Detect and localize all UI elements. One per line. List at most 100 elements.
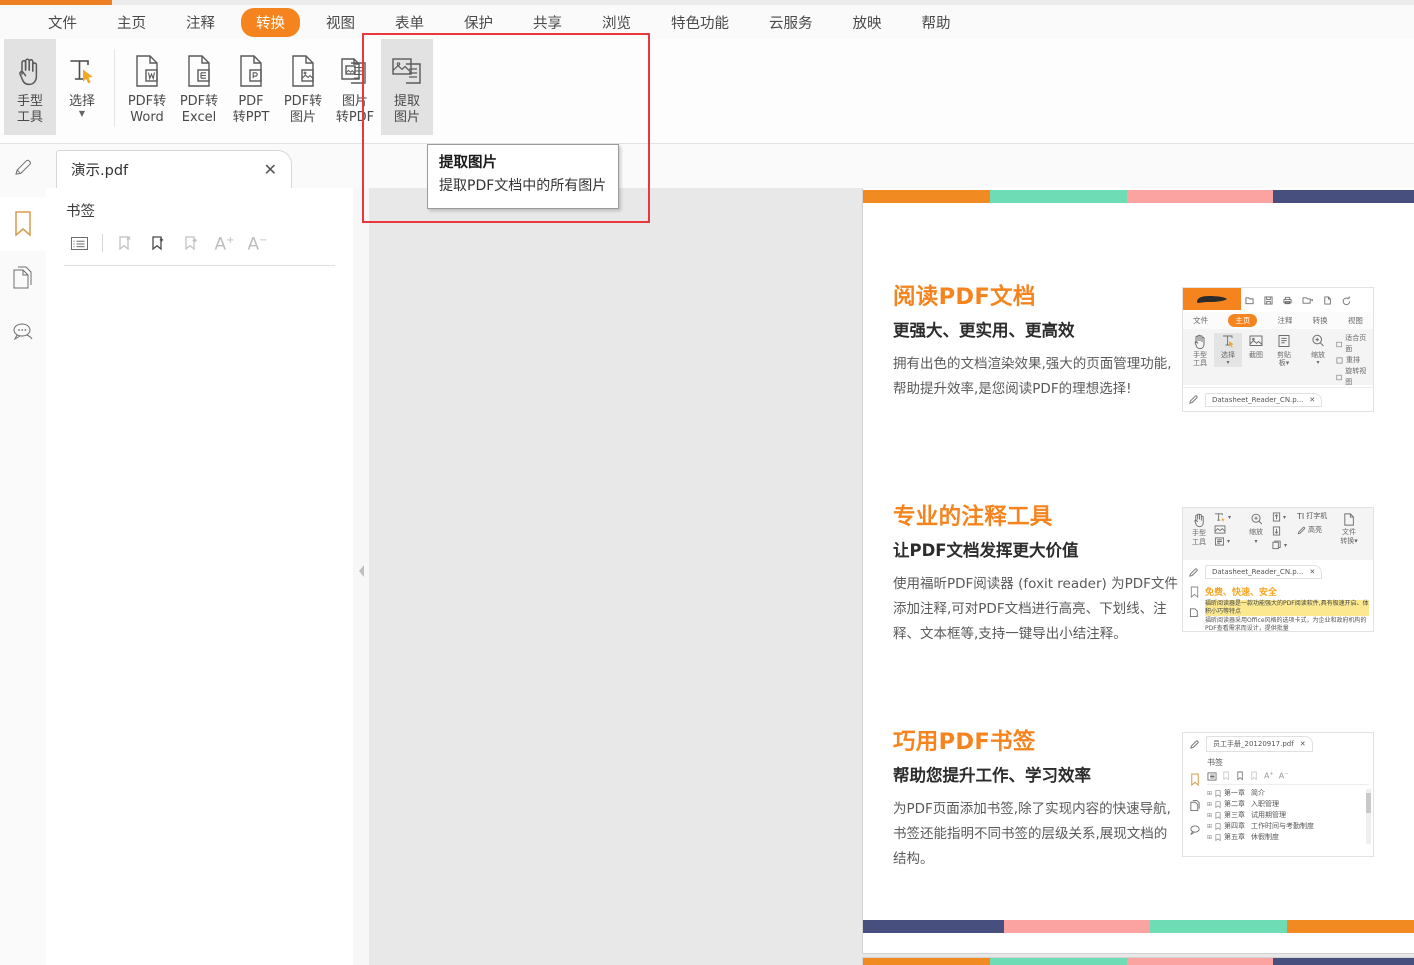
pages-icon[interactable] bbox=[0, 251, 46, 305]
comments-icon[interactable] bbox=[0, 305, 46, 359]
thumbnail-bookmark-ui: 员工手册_20120917.pdf ✕ 书签 bbox=[1182, 732, 1374, 857]
thumb-view-option-0: 适合页面 bbox=[1336, 333, 1370, 355]
hand-tool-icon bbox=[13, 49, 47, 93]
thumb-bookmark-tools: A+ A− bbox=[1207, 771, 1369, 785]
collapse-panel-icon[interactable] bbox=[354, 556, 368, 586]
thumb-view-option-label: 旋转视图 bbox=[1345, 366, 1370, 388]
ribbon-button-pdf-to-word[interactable]: PDF转Word bbox=[121, 39, 173, 135]
thumb-bookmark-row: ⊞第一章简介 bbox=[1207, 788, 1369, 799]
side-icon-rail bbox=[0, 144, 47, 965]
thumb-file-tab-row: Datasheet_Reader_CN.p... ✕ bbox=[1183, 387, 1373, 411]
pdf-to-image-icon bbox=[286, 49, 320, 93]
menu-item-6[interactable]: 保护 bbox=[450, 9, 507, 36]
thumb-doc-content: 免费、快速、安全 福昕阅读器是一款功能强大的PDF阅读软件,具有极速开启、体积小… bbox=[1183, 583, 1373, 631]
thumb-ribbon-tabs: 文件主页注释转换视图 bbox=[1183, 312, 1373, 329]
ribbon-button-extract-image[interactable]: 提取图片 bbox=[381, 39, 433, 135]
ribbon-button-label: 选择 bbox=[69, 94, 95, 109]
tooltip-description: 提取PDF文档中的所有图片 bbox=[439, 176, 607, 196]
pdf-page-1: 阅读PDF文档 更强大、更实用、更高效 拥有出色的文档渲染效果,强大的页面管理功… bbox=[863, 188, 1414, 953]
page2-top-color-bars bbox=[863, 958, 1414, 965]
ribbon-button-label2: Word bbox=[130, 110, 163, 125]
menu-item-9[interactable]: 特色功能 bbox=[657, 9, 743, 36]
bookmark-panel: 书签 bbox=[46, 188, 354, 965]
main-menu-bar: 文件主页注释转换视图表单保护共享浏览特色功能云服务放映帮助 bbox=[0, 5, 1414, 39]
thumb-tab-0: 文件 bbox=[1193, 315, 1208, 326]
document-tab-strip: 演示.pdf ✕ bbox=[46, 144, 1414, 188]
thumb-tab-3: 转换 bbox=[1313, 315, 1328, 326]
ribbon-button-label2: 转PPT bbox=[233, 110, 270, 125]
ribbon-button-label2: Excel bbox=[182, 110, 216, 125]
thumb-view-option-2: 旋转视图 bbox=[1336, 366, 1370, 388]
ribbon-button-pdf-to-ppt[interactable]: PDF转PPT bbox=[225, 39, 277, 135]
section-body: 为PDF页面添加书签,除了实现内容的快速导航,书签还能指明不同书签的层级关系,展… bbox=[893, 797, 1178, 872]
menu-item-11[interactable]: 放映 bbox=[839, 9, 896, 36]
pdf-to-ppt-icon bbox=[234, 49, 268, 93]
thumbnail-annotation-ui: 手型工具 ▾ ▾ bbox=[1182, 507, 1374, 632]
thumb-file-tab: Datasheet_Reader_CN.p... ✕ bbox=[1205, 565, 1322, 579]
bookmark-panel-divider bbox=[64, 265, 335, 266]
thumb-side-rail bbox=[1183, 583, 1205, 631]
document-tab[interactable]: 演示.pdf ✕ bbox=[56, 150, 292, 188]
menu-item-12[interactable]: 帮助 bbox=[908, 9, 965, 36]
thumb-quick-access-icons bbox=[1245, 291, 1369, 309]
tab-label: 演示.pdf bbox=[71, 159, 264, 180]
thumbnail-reader-ui: 文件主页注释转换视图 手型工具 选择▾ bbox=[1182, 287, 1374, 412]
menu-item-4[interactable]: 视图 bbox=[312, 9, 369, 36]
edit-pen-icon[interactable] bbox=[0, 144, 46, 190]
edit-bookmark-icon[interactable] bbox=[176, 229, 207, 257]
thumb-convert-tool: 文件转换▾ bbox=[1336, 512, 1362, 546]
thumb-bookmark-title: 休假制度 bbox=[1251, 832, 1279, 843]
bookmark-panel-toolbar: A+ A− bbox=[46, 221, 353, 257]
bookmark-icon[interactable] bbox=[0, 197, 46, 251]
menu-item-2[interactable]: 注释 bbox=[172, 9, 229, 36]
ribbon-button-image-to-pdf[interactable]: 图片转PDF bbox=[329, 39, 381, 135]
ribbon-button-label2: 转PDF bbox=[336, 110, 374, 125]
thumb-tab-2: 注释 bbox=[1277, 315, 1292, 326]
thumb-screenshot-tool: 截图 bbox=[1242, 333, 1270, 359]
thumb-markup-tools: TI打字机 高亮 bbox=[1297, 512, 1333, 535]
thumb-bookmark-row: ⊞第四章工作时间与考勤制度 bbox=[1207, 821, 1369, 832]
thumb-bookmark-chapter: 第三章 bbox=[1224, 810, 1245, 821]
thumb-page-tools: ▾ ▾ bbox=[1272, 512, 1294, 550]
menu-item-7[interactable]: 共享 bbox=[519, 9, 576, 36]
thumb-bookmark-chapter: 第五章 bbox=[1224, 832, 1245, 843]
menu-item-5[interactable]: 表单 bbox=[381, 9, 438, 36]
page-top-color-bars bbox=[863, 190, 1414, 203]
document-viewer[interactable]: 阅读PDF文档 更强大、更实用、更高效 拥有出色的文档渲染效果,强大的页面管理功… bbox=[369, 188, 1414, 965]
menu-item-0[interactable]: 文件 bbox=[34, 9, 91, 36]
extract-image-tooltip: 提取图片 提取PDF文档中的所有图片 bbox=[427, 144, 619, 209]
thumb-bookmark-main: 书签 A+ A− ⊞第一章简介⊞第二章入职管理⊞第三章试用期管理⊞第四章工作时间… bbox=[1183, 755, 1373, 856]
chevron-down-icon[interactable]: ▼ bbox=[79, 110, 85, 118]
ribbon-button-hand-tool[interactable]: 手型工具 bbox=[4, 39, 56, 135]
thumb-bookmark-chapter: 第一章 bbox=[1224, 788, 1245, 799]
menu-item-1[interactable]: 主页 bbox=[103, 9, 160, 36]
menu-item-10[interactable]: 云服务 bbox=[755, 9, 827, 36]
doc-section-bookmark: 巧用PDF书签 帮助您提升工作、学习效率 为PDF页面添加书签,除了实现内容的快… bbox=[893, 728, 1388, 872]
ribbon-button-pdf-to-excel[interactable]: PDF转Excel bbox=[173, 39, 225, 135]
delete-bookmark-icon[interactable] bbox=[110, 229, 141, 257]
thumb-view-options: 适合页面重排旋转视图 bbox=[1332, 333, 1370, 388]
ribbon-button-pdf-to-image[interactable]: PDF转图片 bbox=[277, 39, 329, 135]
close-icon[interactable]: ✕ bbox=[264, 163, 277, 177]
thumb-hand-tool: 手型工具 bbox=[1186, 333, 1214, 367]
ribbon-button-label: PDF bbox=[238, 94, 263, 109]
thumb-tab-4: 视图 bbox=[1348, 315, 1363, 326]
pdf-page-2 bbox=[863, 958, 1414, 965]
increase-font-icon[interactable]: A+ bbox=[209, 229, 240, 257]
ribbon-button-select-text[interactable]: 选择▼ bbox=[56, 39, 108, 135]
thumb-scrollbar-thumb bbox=[1366, 793, 1371, 813]
list-view-icon[interactable] bbox=[64, 229, 95, 257]
ribbon-button-label: PDF转 bbox=[128, 94, 166, 109]
ribbon-button-label: PDF转 bbox=[284, 94, 322, 109]
ribbon-separator bbox=[114, 49, 115, 127]
add-bookmark-icon[interactable] bbox=[143, 229, 174, 257]
decrease-font-icon[interactable]: A− bbox=[242, 229, 273, 257]
pdf-to-excel-icon bbox=[182, 49, 216, 93]
tooltip-title: 提取图片 bbox=[439, 154, 607, 173]
thumb-annotation-toolbar: 手型工具 ▾ ▾ bbox=[1183, 508, 1373, 560]
menu-item-8[interactable]: 浏览 bbox=[588, 9, 645, 36]
ribbon-button-label: 手型 bbox=[17, 94, 43, 109]
thumb-select-tool: 选择▾ bbox=[1214, 333, 1242, 367]
menu-item-3[interactable]: 转换 bbox=[241, 8, 300, 37]
select-text-icon bbox=[65, 49, 99, 93]
